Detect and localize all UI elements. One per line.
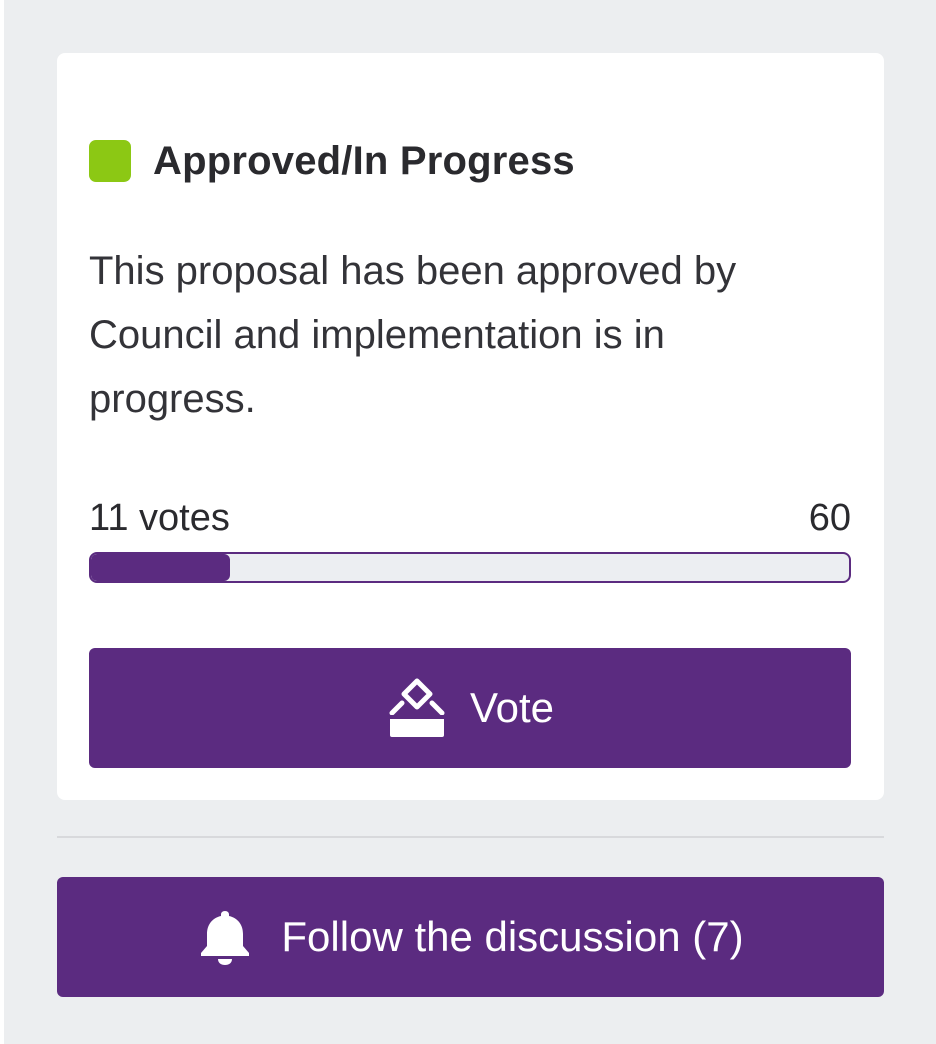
vote-button-label: Vote [469,684,555,731]
status-color-swatch [89,140,131,182]
vote-button[interactable]: Vote [89,648,851,768]
follow-discussion-label: Follow the discussion (7) [281,913,744,960]
status-header: Approved/In Progress [89,139,575,183]
votes-summary: 11 votes 60 [89,494,851,542]
page-edge [0,0,4,1044]
follow-discussion-button[interactable]: Follow the discussion (7) [57,877,884,997]
votes-goal: 60 [808,497,851,539]
votes-count: 11 votes [89,497,230,539]
votes-progress-fill [91,554,230,581]
section-divider [57,836,884,838]
proposal-status-card: Approved/In Progress This proposal has b… [57,53,884,800]
status-title: Approved/In Progress [153,138,575,183]
bell-icon [197,907,253,967]
votes-progress-bar [89,552,851,583]
status-description: This proposal has been approved by Counc… [89,249,737,421]
ballot-box-icon [386,677,448,739]
